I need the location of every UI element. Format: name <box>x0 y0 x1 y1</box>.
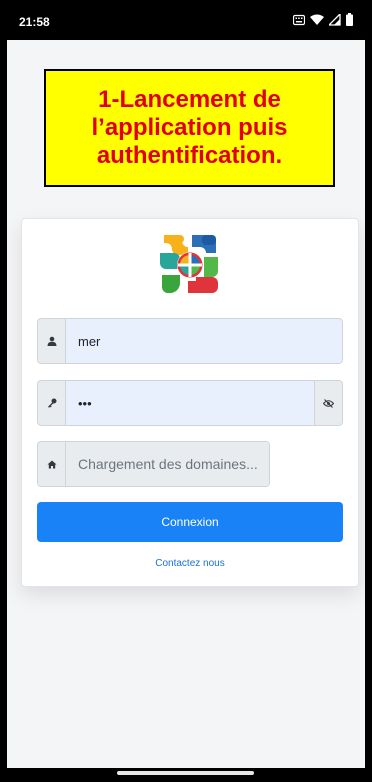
annotation-text: 1-Lancement de l’application puis authen… <box>91 86 288 169</box>
password-input[interactable]: ••• <box>65 380 315 426</box>
app-logo <box>160 235 218 293</box>
annotation-box: 1-Lancement de l’application puis authen… <box>44 69 335 187</box>
user-icon <box>37 318 65 364</box>
eye-slash-icon[interactable] <box>315 380 343 426</box>
domain-field: Chargement des domaines... <box>37 441 270 487</box>
username-field: mer <box>37 318 343 364</box>
signal-icon <box>329 13 341 26</box>
contact-link[interactable]: Contactez nous <box>37 558 343 569</box>
username-input[interactable]: mer <box>65 318 343 364</box>
home-icon <box>37 441 65 487</box>
home-gesture-handle[interactable] <box>117 771 254 775</box>
domain-select[interactable]: Chargement des domaines... <box>65 441 270 487</box>
status-bar: 21:58 <box>7 4 365 40</box>
status-icons <box>293 13 353 26</box>
wifi-icon <box>310 14 324 25</box>
password-field: ••• <box>37 380 343 426</box>
keyboard-icon <box>293 14 305 25</box>
status-time: 21:58 <box>19 15 50 29</box>
battery-icon <box>346 13 353 26</box>
key-icon <box>37 380 65 426</box>
connexion-button[interactable]: Connexion <box>37 502 343 542</box>
